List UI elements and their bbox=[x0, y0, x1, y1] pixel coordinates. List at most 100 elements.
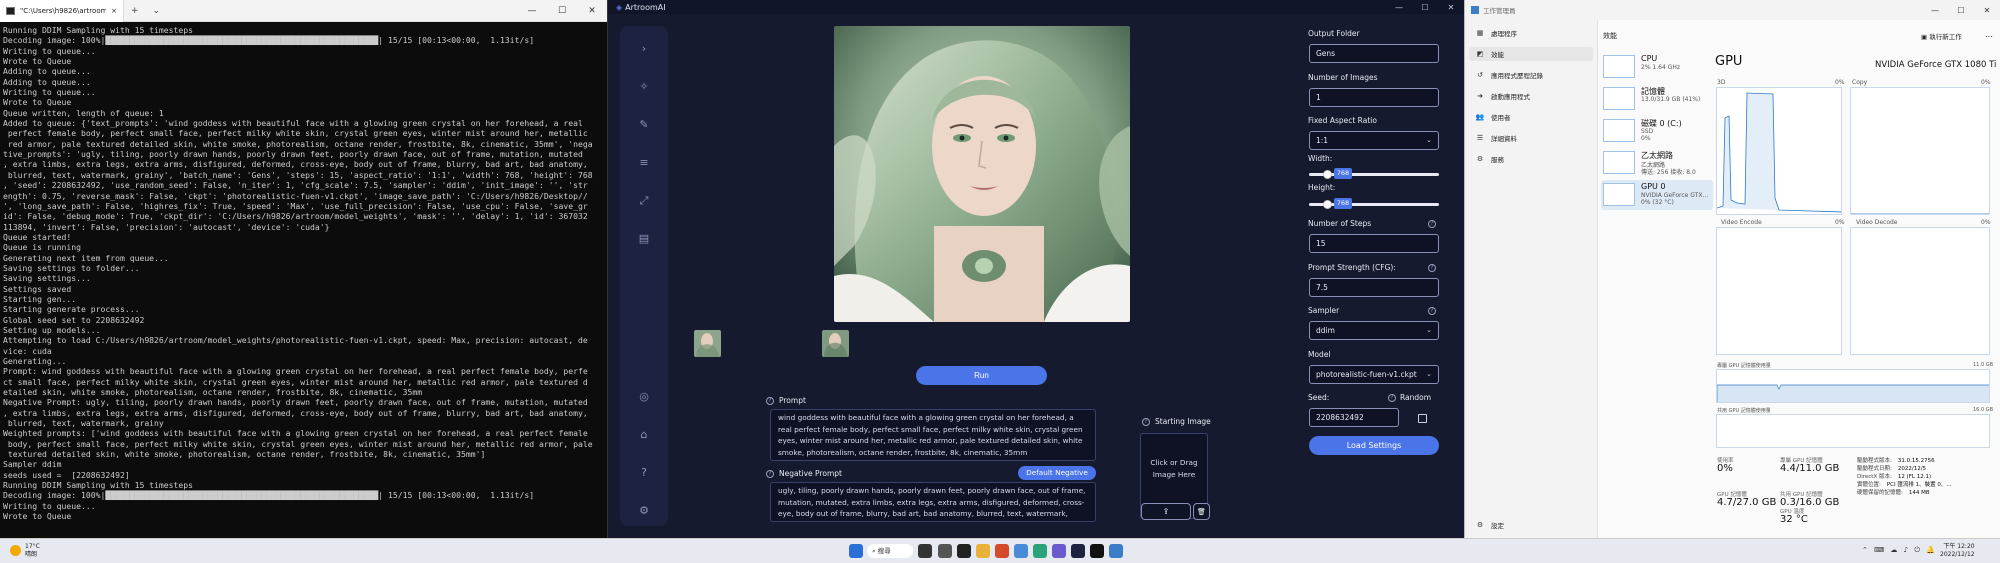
starting-image-help-icon[interactable]: ? bbox=[1142, 417, 1150, 426]
run-button[interactable]: Run bbox=[916, 366, 1047, 385]
device-item[interactable]: GPU 0 NVIDIA GeForce GTX... 0% (32 °C) bbox=[1601, 180, 1713, 210]
random-seed-checkbox[interactable] bbox=[1418, 414, 1427, 423]
store-icon[interactable] bbox=[1033, 544, 1047, 558]
device-item[interactable]: 乙太網路 乙太網路 傳送: 256 接收: 8.0 bbox=[1601, 148, 1713, 178]
brush-icon[interactable]: ✎ bbox=[632, 116, 656, 134]
seed-input[interactable]: 2208632492 bbox=[1309, 408, 1399, 427]
device-item[interactable]: CPU 2% 1.64 GHz bbox=[1601, 52, 1713, 82]
load-settings-button[interactable]: Load Settings bbox=[1309, 436, 1439, 455]
terminal-output[interactable]: Running DDIM Sampling with 15 timesteps … bbox=[3, 25, 604, 522]
delete-button[interactable]: 🗑 bbox=[1193, 503, 1210, 520]
document-icon[interactable]: ▤ bbox=[632, 230, 656, 248]
maximize-button[interactable]: ☐ bbox=[1948, 6, 1974, 15]
queue-list-icon[interactable]: ≡ bbox=[632, 154, 656, 172]
nav-item[interactable]: ↺ 應用程式歷程記錄 bbox=[1469, 68, 1593, 82]
nav-settings-label: 設定 bbox=[1491, 522, 1504, 530]
minimize-button[interactable]: — bbox=[1922, 6, 1948, 15]
nav-item[interactable]: ☰ 詳細資料 bbox=[1469, 131, 1593, 145]
sampler-help-icon[interactable]: ? bbox=[1428, 307, 1436, 315]
width-slider[interactable]: 768 bbox=[1309, 168, 1439, 179]
negative-prompt-textarea[interactable]: ugly, tiling, poorly drawn hands, poorly… bbox=[770, 482, 1096, 522]
artroom-taskbar-icon[interactable] bbox=[1071, 544, 1085, 558]
minimize-button[interactable]: — bbox=[1386, 3, 1412, 12]
height-slider-handle[interactable] bbox=[1323, 200, 1332, 209]
maximize-button[interactable]: ☐ bbox=[547, 6, 577, 16]
help-circle-icon[interactable]: ? bbox=[632, 464, 656, 482]
tab-close-icon[interactable]: × bbox=[111, 7, 117, 15]
steps-help-icon[interactable]: ? bbox=[1428, 220, 1436, 228]
thumbnail-next[interactable] bbox=[822, 330, 849, 357]
device-s1: 2% 1.64 GHz bbox=[1641, 64, 1681, 71]
app-icon[interactable] bbox=[1052, 544, 1066, 558]
generated-image[interactable] bbox=[834, 26, 1130, 322]
task-manager-taskbar-icon[interactable] bbox=[1109, 544, 1123, 558]
close-button[interactable]: ✕ bbox=[1974, 6, 2000, 15]
upscale-icon[interactable]: ⤢ bbox=[632, 192, 656, 210]
shield-app-icon[interactable] bbox=[1014, 544, 1028, 558]
device-item[interactable]: 磁碟 0 (C:) SSD 0% bbox=[1601, 116, 1713, 146]
width-slider-handle[interactable] bbox=[1323, 170, 1332, 179]
graph-dedicated-memory[interactable] bbox=[1716, 369, 1990, 403]
output-folder-input[interactable]: Gens bbox=[1309, 44, 1439, 63]
video-app-icon[interactable] bbox=[938, 544, 952, 558]
browser-icon[interactable] bbox=[995, 544, 1009, 558]
sun-icon bbox=[10, 545, 21, 556]
prompt-help-icon[interactable]: ? bbox=[766, 396, 774, 405]
prompt-textarea[interactable]: wind goddess with beautiful face with a … bbox=[770, 409, 1096, 461]
maximize-button[interactable]: ☐ bbox=[1412, 3, 1438, 12]
thumbnail-previous[interactable] bbox=[694, 330, 721, 357]
task-manager-title: 工作管理員 bbox=[1483, 7, 1516, 15]
minimize-button[interactable]: — bbox=[517, 6, 547, 16]
steps-input[interactable]: 15 bbox=[1309, 234, 1439, 253]
weather-widget[interactable]: 17°C 晴朗 bbox=[10, 543, 40, 559]
start-icon[interactable] bbox=[849, 544, 863, 558]
nav-item[interactable]: 👥 使用者 bbox=[1469, 110, 1593, 124]
file-explorer-icon[interactable] bbox=[976, 544, 990, 558]
clock[interactable]: 下午 12:20 2022/12/12 bbox=[1940, 543, 1975, 559]
run-new-task-button[interactable]: ▣ 執行新工作 bbox=[1921, 31, 1962, 41]
graph-video-decode[interactable] bbox=[1850, 227, 1990, 355]
height-slider[interactable]: 768 bbox=[1309, 198, 1439, 209]
chevron-down-icon: ⌄ bbox=[1426, 136, 1432, 144]
graph-video-encode[interactable] bbox=[1716, 227, 1842, 355]
wand-icon[interactable]: ✧ bbox=[632, 78, 656, 96]
graph-shared-memory[interactable] bbox=[1716, 414, 1990, 448]
num-images-input[interactable]: 1 bbox=[1309, 88, 1439, 107]
device-item[interactable]: 記憶體 13.0/31.9 GB (41%) bbox=[1601, 84, 1713, 114]
seed-help-icon[interactable]: ? bbox=[1388, 394, 1396, 402]
aspect-ratio-select[interactable]: 1:1 ⌄ bbox=[1309, 131, 1439, 150]
upload-button[interactable]: ⇪ bbox=[1141, 503, 1191, 520]
cmd-taskbar-icon[interactable] bbox=[1090, 544, 1104, 558]
system-tray[interactable]: ⌃ ⌨ ☁ ♪ ⏻ 🔔 bbox=[1862, 546, 1937, 555]
terminal-tab[interactable]: "C:\Users\h9826\artroom\mir × bbox=[0, 0, 124, 22]
pane-header: 效能 bbox=[1603, 32, 1617, 40]
nav-item[interactable]: ◩ 效能 bbox=[1469, 47, 1593, 61]
tab-menu-button[interactable]: ⌄ bbox=[146, 6, 168, 16]
terminal-app-icon[interactable] bbox=[957, 544, 971, 558]
nav-item[interactable]: ➜ 啟動應用程式 bbox=[1469, 89, 1593, 103]
more-options-icon[interactable]: … bbox=[1985, 30, 1993, 39]
nav-item[interactable]: ⚙ 服務 bbox=[1469, 152, 1593, 166]
graph-3d[interactable] bbox=[1716, 87, 1842, 215]
terminal-line: Starting generate process... bbox=[3, 304, 140, 315]
default-negative-button[interactable]: Default Negative bbox=[1018, 466, 1096, 480]
sampler-select[interactable]: ddim ⌄ bbox=[1309, 321, 1439, 340]
expand-chevron-icon[interactable]: › bbox=[632, 40, 656, 58]
output-folder-label: Output Folder bbox=[1308, 29, 1360, 38]
graph-decode-pct: 0% bbox=[1981, 219, 1991, 226]
discord-icon[interactable]: ◎ bbox=[632, 388, 656, 406]
cfg-input[interactable]: 7.5 bbox=[1309, 278, 1439, 297]
negative-help-icon[interactable]: ? bbox=[766, 469, 774, 478]
cfg-help-icon[interactable]: ? bbox=[1428, 264, 1436, 272]
settings-gear-icon[interactable]: ⚙ bbox=[632, 502, 656, 520]
gamepad-icon[interactable]: ⌂ bbox=[632, 426, 656, 444]
taskbar-search[interactable]: ⌕ 搜尋 bbox=[867, 544, 913, 558]
graph-copy[interactable] bbox=[1850, 87, 1990, 215]
nav-settings[interactable]: ⚙ 設定 bbox=[1469, 518, 1593, 532]
nav-item[interactable]: ▦ 處理程序 bbox=[1469, 26, 1593, 40]
model-select[interactable]: photorealistic-fuen-v1.ckpt ⌄ bbox=[1309, 365, 1439, 384]
task-view-icon[interactable] bbox=[918, 544, 932, 558]
close-button[interactable]: ✕ bbox=[577, 6, 607, 16]
close-button[interactable]: ✕ bbox=[1438, 3, 1464, 12]
new-tab-button[interactable]: + bbox=[124, 6, 146, 16]
